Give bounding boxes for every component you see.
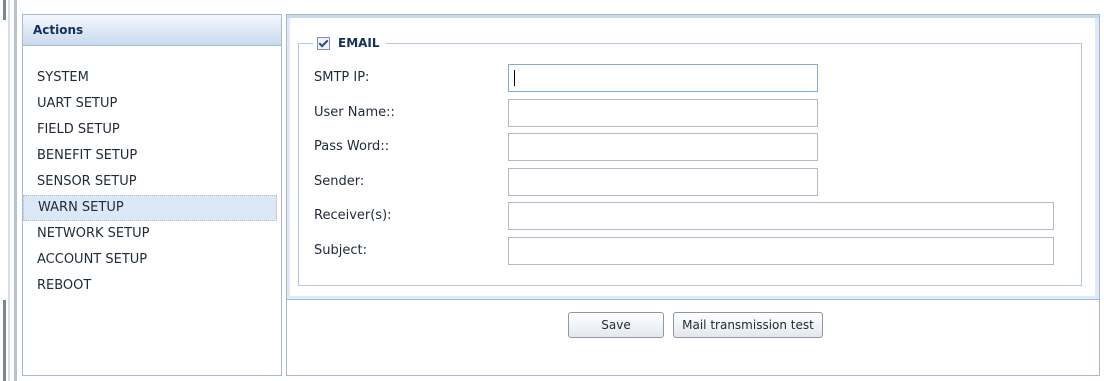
form-area: EMAIL SMTP IP: User Name:: Pass Word:: S…: [287, 18, 1099, 300]
sidebar-item-uart-setup[interactable]: UART SETUP: [23, 91, 277, 117]
user-name-input[interactable]: [508, 99, 818, 127]
sidebar-item-network-setup[interactable]: NETWORK SETUP: [23, 221, 277, 247]
subject-label: Subject:: [314, 243, 367, 258]
email-enable-checkbox[interactable]: [317, 36, 330, 50]
page: Actions SYSTEM UART SETUP FIELD SETUP BE…: [0, 0, 1104, 381]
sidebar-item-system[interactable]: SYSTEM: [23, 65, 277, 91]
edge-mark: [3, 300, 6, 381]
user-name-label: User Name::: [314, 105, 395, 120]
main-panel: EMAIL SMTP IP: User Name:: Pass Word:: S…: [286, 14, 1100, 376]
window-edge: [0, 0, 20, 381]
actions-menu: SYSTEM UART SETUP FIELD SETUP BENEFIT SE…: [23, 65, 281, 299]
sender-label: Sender:: [314, 174, 365, 189]
form-body: EMAIL SMTP IP: User Name:: Pass Word:: S…: [290, 18, 1095, 296]
sidebar-item-field-setup[interactable]: FIELD SETUP: [23, 117, 277, 143]
sidebar-item-reboot[interactable]: REBOOT: [23, 273, 277, 299]
save-button[interactable]: Save: [568, 312, 664, 338]
button-bar: Save Mail transmission test: [287, 312, 1099, 344]
sidebar-item-warn-setup[interactable]: WARN SETUP: [23, 195, 277, 221]
receivers-input[interactable]: [508, 202, 1054, 230]
text-caret: [514, 70, 515, 86]
sidebar-item-account-setup[interactable]: ACCOUNT SETUP: [23, 247, 277, 273]
sidebar-item-sensor-setup[interactable]: SENSOR SETUP: [23, 169, 277, 195]
edge-mark: [3, 0, 6, 20]
actions-sidebar: Actions SYSTEM UART SETUP FIELD SETUP BE…: [22, 14, 282, 376]
smtp-ip-label: SMTP IP:: [314, 70, 370, 85]
email-legend: EMAIL: [313, 36, 386, 50]
sidebar-title: Actions: [23, 15, 281, 46]
mail-test-button[interactable]: Mail transmission test: [673, 312, 823, 338]
subject-input[interactable]: [508, 237, 1054, 265]
email-legend-label: EMAIL: [338, 36, 380, 50]
sender-input[interactable]: [508, 168, 818, 196]
smtp-ip-input[interactable]: [508, 64, 818, 92]
password-label: Pass Word::: [314, 139, 390, 154]
receivers-label: Receiver(s):: [314, 208, 392, 223]
sidebar-item-benefit-setup[interactable]: BENEFIT SETUP: [23, 143, 277, 169]
password-input[interactable]: [508, 133, 818, 161]
